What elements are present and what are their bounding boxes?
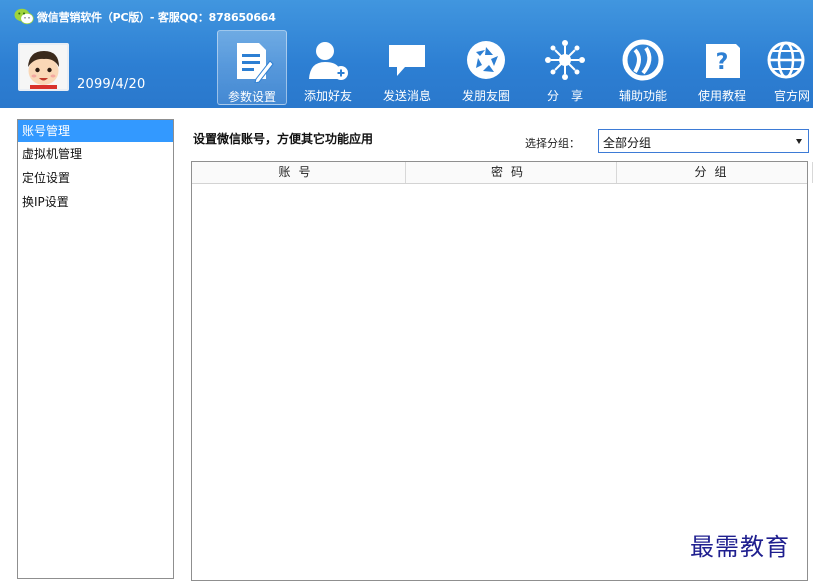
- account-table[interactable]: 账号 密码 分组: [191, 161, 813, 581]
- toolbar-tutorial-button[interactable]: ? 使用教程: [687, 30, 757, 105]
- column-header-password[interactable]: 密码: [406, 162, 617, 183]
- toolbar-add-friend-button[interactable]: 添加好友: [293, 30, 363, 105]
- toolbar-share-button[interactable]: 分 享: [530, 30, 600, 105]
- profile-date: 2099/4/20: [77, 77, 146, 92]
- toolbar-label: 使用教程: [697, 89, 746, 103]
- globe-icon: [767, 41, 805, 79]
- column-header-account[interactable]: 账号: [192, 162, 406, 183]
- table-header: 账号 密码 分组: [192, 162, 813, 184]
- group-select[interactable]: 全部分组: [598, 129, 809, 153]
- toolbar-label: 参数设置: [227, 90, 276, 104]
- help-question-icon: ?: [706, 44, 740, 78]
- toolbar-label: 发送消息: [382, 89, 431, 103]
- toolbar-params-button[interactable]: 参数设置: [217, 30, 287, 105]
- toolbar-helper-button[interactable]: 辅助功能: [608, 30, 678, 105]
- watermark: 最需教育: [690, 533, 790, 561]
- share-burst-icon: [545, 40, 585, 80]
- toolbar-moments-button[interactable]: 发朋友圈: [451, 30, 521, 105]
- sidebar-item-virtual-machine[interactable]: 虚拟机管理: [18, 142, 173, 166]
- group-select-value: 全部分组: [603, 136, 652, 150]
- chevron-down-icon: [796, 139, 802, 144]
- wechat-logo-icon: [14, 8, 34, 25]
- chat-bubble-icon: [389, 45, 425, 76]
- sidebar-item-location[interactable]: 定位设置: [18, 166, 173, 190]
- toolbar-label: 发朋友圈: [461, 89, 510, 103]
- sidebar-item-ip[interactable]: 换IP设置: [18, 190, 173, 214]
- header-bar: 微信营销软件（PC版）- 客服QQ：878650664 2099/4/20 参数…: [0, 0, 813, 108]
- toolbar-label: 官方网: [774, 89, 811, 103]
- add-user-icon: [309, 42, 348, 80]
- toolbar-label: 分 享: [546, 89, 583, 103]
- sidebar: 账号管理 虚拟机管理 定位设置 换IP设置: [17, 119, 174, 579]
- app-title: 微信营销软件（PC版）- 客服QQ：878650664: [37, 11, 276, 24]
- aperture-icon: [467, 41, 505, 79]
- svg-text:?: ?: [716, 50, 729, 75]
- toolbar-send-message-button[interactable]: 发送消息: [372, 30, 442, 105]
- toolbar-label: 添加好友: [303, 89, 352, 103]
- title-bar: 微信营销软件（PC版）- 客服QQ：878650664: [0, 0, 813, 30]
- sidebar-item-account[interactable]: 账号管理: [18, 120, 173, 142]
- edit-document-icon: [237, 43, 274, 83]
- cartoon-boy-avatar: [20, 45, 67, 89]
- group-select-label: 选择分组：: [525, 137, 580, 150]
- avatar[interactable]: [18, 43, 69, 91]
- section-title: 设置微信账号，方便其它功能应用: [193, 132, 374, 146]
- toolbar-website-button[interactable]: 官方网: [766, 30, 813, 105]
- toolbar-label: 辅助功能: [618, 89, 667, 103]
- column-header-group[interactable]: 分组: [617, 162, 813, 183]
- helper-circle-icon: [622, 39, 664, 81]
